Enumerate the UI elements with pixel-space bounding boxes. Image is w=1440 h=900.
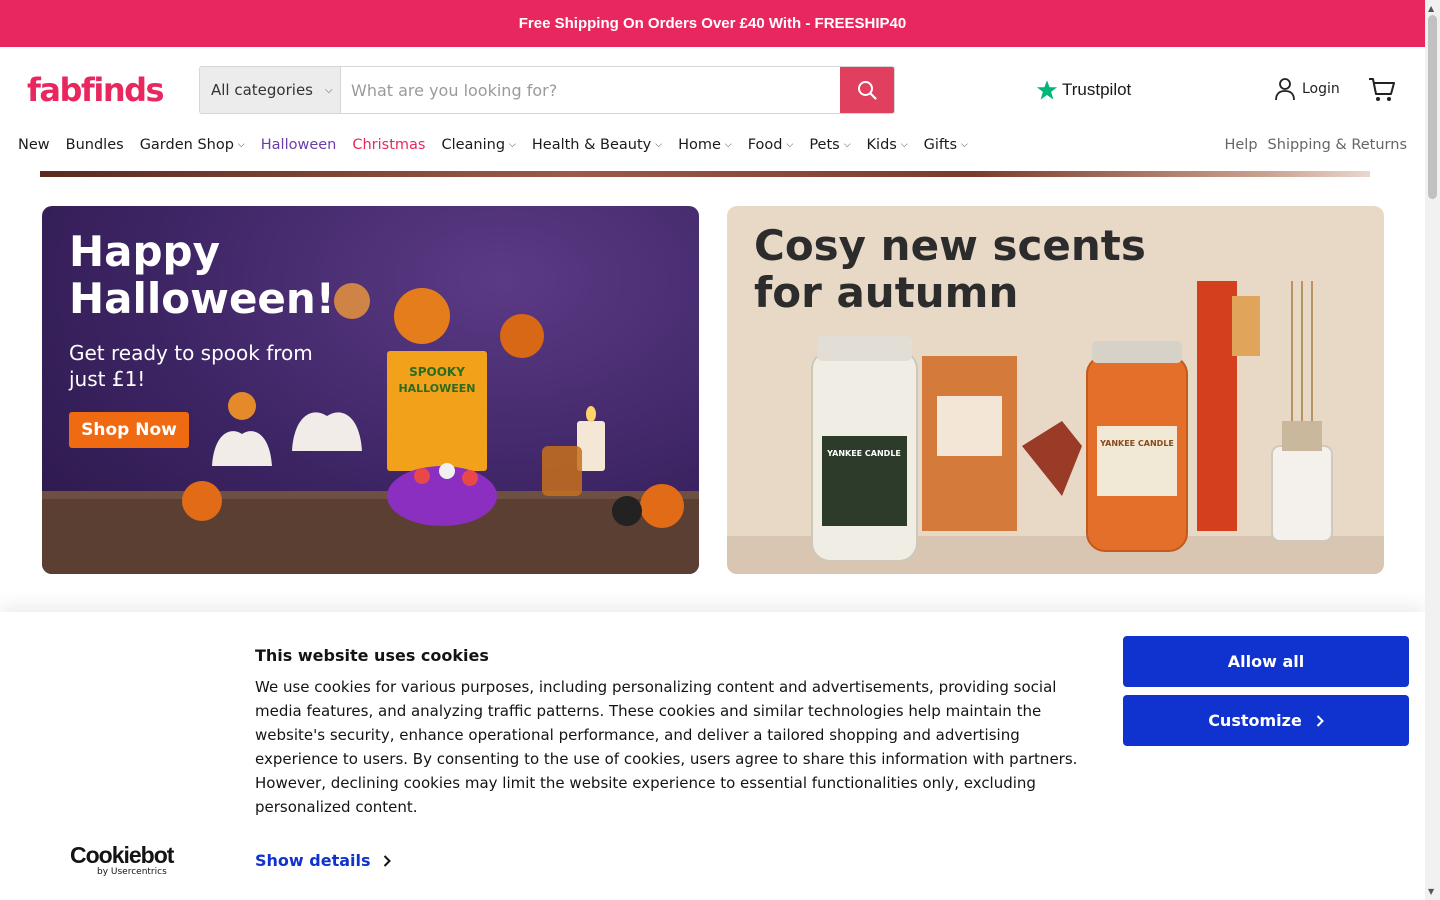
autumn-title: Cosy new scents for autumn (754, 222, 1146, 316)
halloween-title-line1: Happy (69, 227, 220, 276)
nav-help[interactable]: Help (1224, 137, 1257, 153)
logo[interactable]: fabfinds (27, 71, 165, 109)
autumn-title-line1: Cosy new scents (754, 221, 1146, 270)
nav-item-label: Bundles (65, 137, 124, 153)
nav-item-kids[interactable]: Kids ⌵ (867, 137, 908, 153)
nav-item-label: Garden Shop (139, 137, 234, 153)
nav-item-label: Food (747, 137, 783, 153)
show-details-link[interactable]: Show details (255, 851, 391, 870)
hero-slider-edge (40, 171, 1370, 177)
cookiebot-brand: Cookiebot (70, 842, 174, 868)
nav-item-pets[interactable]: Pets ⌵ (809, 137, 850, 153)
cookie-body: We use cookies for various purposes, inc… (255, 678, 1078, 816)
search-bar: All categories ⌵ (199, 66, 895, 114)
nav-item-label: Pets (809, 137, 840, 153)
halloween-subtitle: Get ready to spook from just £1! (69, 341, 313, 391)
scroll-down-arrow-icon[interactable]: ▼ (1428, 887, 1434, 896)
shop-now-button[interactable]: Shop Now (69, 412, 189, 448)
search-input[interactable] (341, 67, 840, 113)
nav-item-cleaning[interactable]: Cleaning ⌵ (441, 137, 515, 153)
chevron-down-icon: ⌵ (509, 140, 516, 150)
scrollbar-thumb[interactable] (1428, 15, 1437, 199)
nav-item-garden-shop[interactable]: Garden Shop ⌵ (140, 137, 245, 153)
chevron-down-icon: ⌵ (655, 140, 663, 150)
secondary-nav: Help Shipping & Returns (1224, 137, 1407, 153)
category-select[interactable]: All categories ⌵ (200, 67, 341, 113)
nav-item-health-beauty[interactable]: Health & Beauty ⌵ (532, 137, 662, 153)
nav-item-label: Halloween (260, 137, 337, 153)
login-link[interactable]: Login (1274, 77, 1340, 101)
cart-icon (1369, 78, 1395, 101)
chevron-down-icon: ⌵ (961, 140, 968, 150)
user-icon (1275, 78, 1295, 101)
main-nav: New Bundles Garden Shop ⌵ Halloween Christmas… (18, 137, 984, 153)
nav-shipping-returns[interactable]: Shipping & Returns (1268, 137, 1407, 153)
nav-item-label: Cleaning (441, 137, 506, 153)
nav-item-bundles[interactable]: Bundles (66, 137, 124, 153)
show-details-label: Show details (255, 851, 371, 870)
chevron-down-icon: ⌵ (724, 140, 732, 150)
chevron-down-icon: ⌵ (900, 140, 908, 150)
nav-item-label: Christmas (352, 137, 426, 153)
nav-item-label: Kids (866, 137, 897, 153)
autumn-title-line2: for autumn (754, 268, 1019, 318)
nav-item-label: Health & Beauty (531, 137, 652, 153)
nav-item-gifts[interactable]: Gifts ⌵ (924, 137, 968, 153)
cookie-title: This website uses cookies (255, 646, 489, 665)
nav-item-label: Home (678, 137, 721, 153)
site-header: fabfinds All categories ⌵ Trustpilot Log… (0, 47, 1425, 171)
svg-text:SPOOKY: SPOOKY (409, 365, 465, 379)
cart-button[interactable] (1368, 77, 1396, 107)
cookiebot-brand-sub: by Usercentrics (97, 867, 167, 877)
customize-button[interactable]: Customize (1123, 695, 1409, 746)
scroll-up-arrow-icon[interactable]: ▲ (1428, 4, 1434, 13)
svg-text:YANKEE CANDLE: YANKEE CANDLE (1099, 439, 1174, 448)
nav-item-label: New (18, 137, 50, 153)
star-icon (1036, 80, 1058, 100)
nav-item-label: Gifts (923, 137, 958, 153)
nav-item-home[interactable]: Home ⌵ (678, 137, 732, 153)
search-button[interactable] (840, 67, 894, 113)
chevron-down-icon: ⌵ (786, 140, 794, 150)
category-select-value: All categories (211, 81, 313, 99)
svg-text:HALLOWEEN: HALLOWEEN (398, 382, 475, 395)
halloween-banner[interactable]: SPOOKY HALLOWEEN Happy Halloween! Get re… (42, 206, 699, 574)
chevron-right-icon (383, 854, 391, 867)
promo-bar: Free Shipping On Orders Over £40 With - … (0, 0, 1425, 47)
customize-label: Customize (1208, 711, 1302, 730)
nav-item-new[interactable]: New (18, 137, 50, 153)
chevron-down-icon: ⌵ (843, 140, 851, 150)
nav-item-food[interactable]: Food ⌵ (748, 137, 794, 153)
autumn-scents-banner[interactable]: YANKEE CANDLE YANKEE CANDLE Cosy new sce… (727, 206, 1384, 574)
search-icon (858, 81, 877, 100)
login-label: Login (1302, 81, 1340, 97)
trustpilot-label: Trustpilot (1062, 80, 1132, 99)
nav-item-christmas[interactable]: Christmas (352, 137, 425, 153)
page-scrollbar[interactable]: ▲ ▼ (1425, 0, 1440, 900)
allow-all-button[interactable]: Allow all (1123, 636, 1409, 687)
chevron-down-icon: ⌵ (237, 140, 245, 150)
chevron-down-icon: ⌵ (325, 84, 333, 96)
cookie-banner: Cookiebot by Usercentrics This website u… (0, 612, 1425, 900)
nav-item-halloween[interactable]: Halloween (261, 137, 337, 153)
cookiebot-logo: Cookiebot by Usercentrics (70, 842, 174, 878)
halloween-title: Happy Halloween! (69, 228, 335, 322)
trustpilot-badge[interactable]: Trustpilot (1036, 79, 1131, 101)
promo-text: Free Shipping On Orders Over £40 With - … (518, 15, 907, 32)
halloween-title-line2: Halloween! (69, 274, 335, 324)
svg-text:YANKEE CANDLE: YANKEE CANDLE (826, 449, 901, 458)
chevron-right-icon (1316, 714, 1324, 727)
